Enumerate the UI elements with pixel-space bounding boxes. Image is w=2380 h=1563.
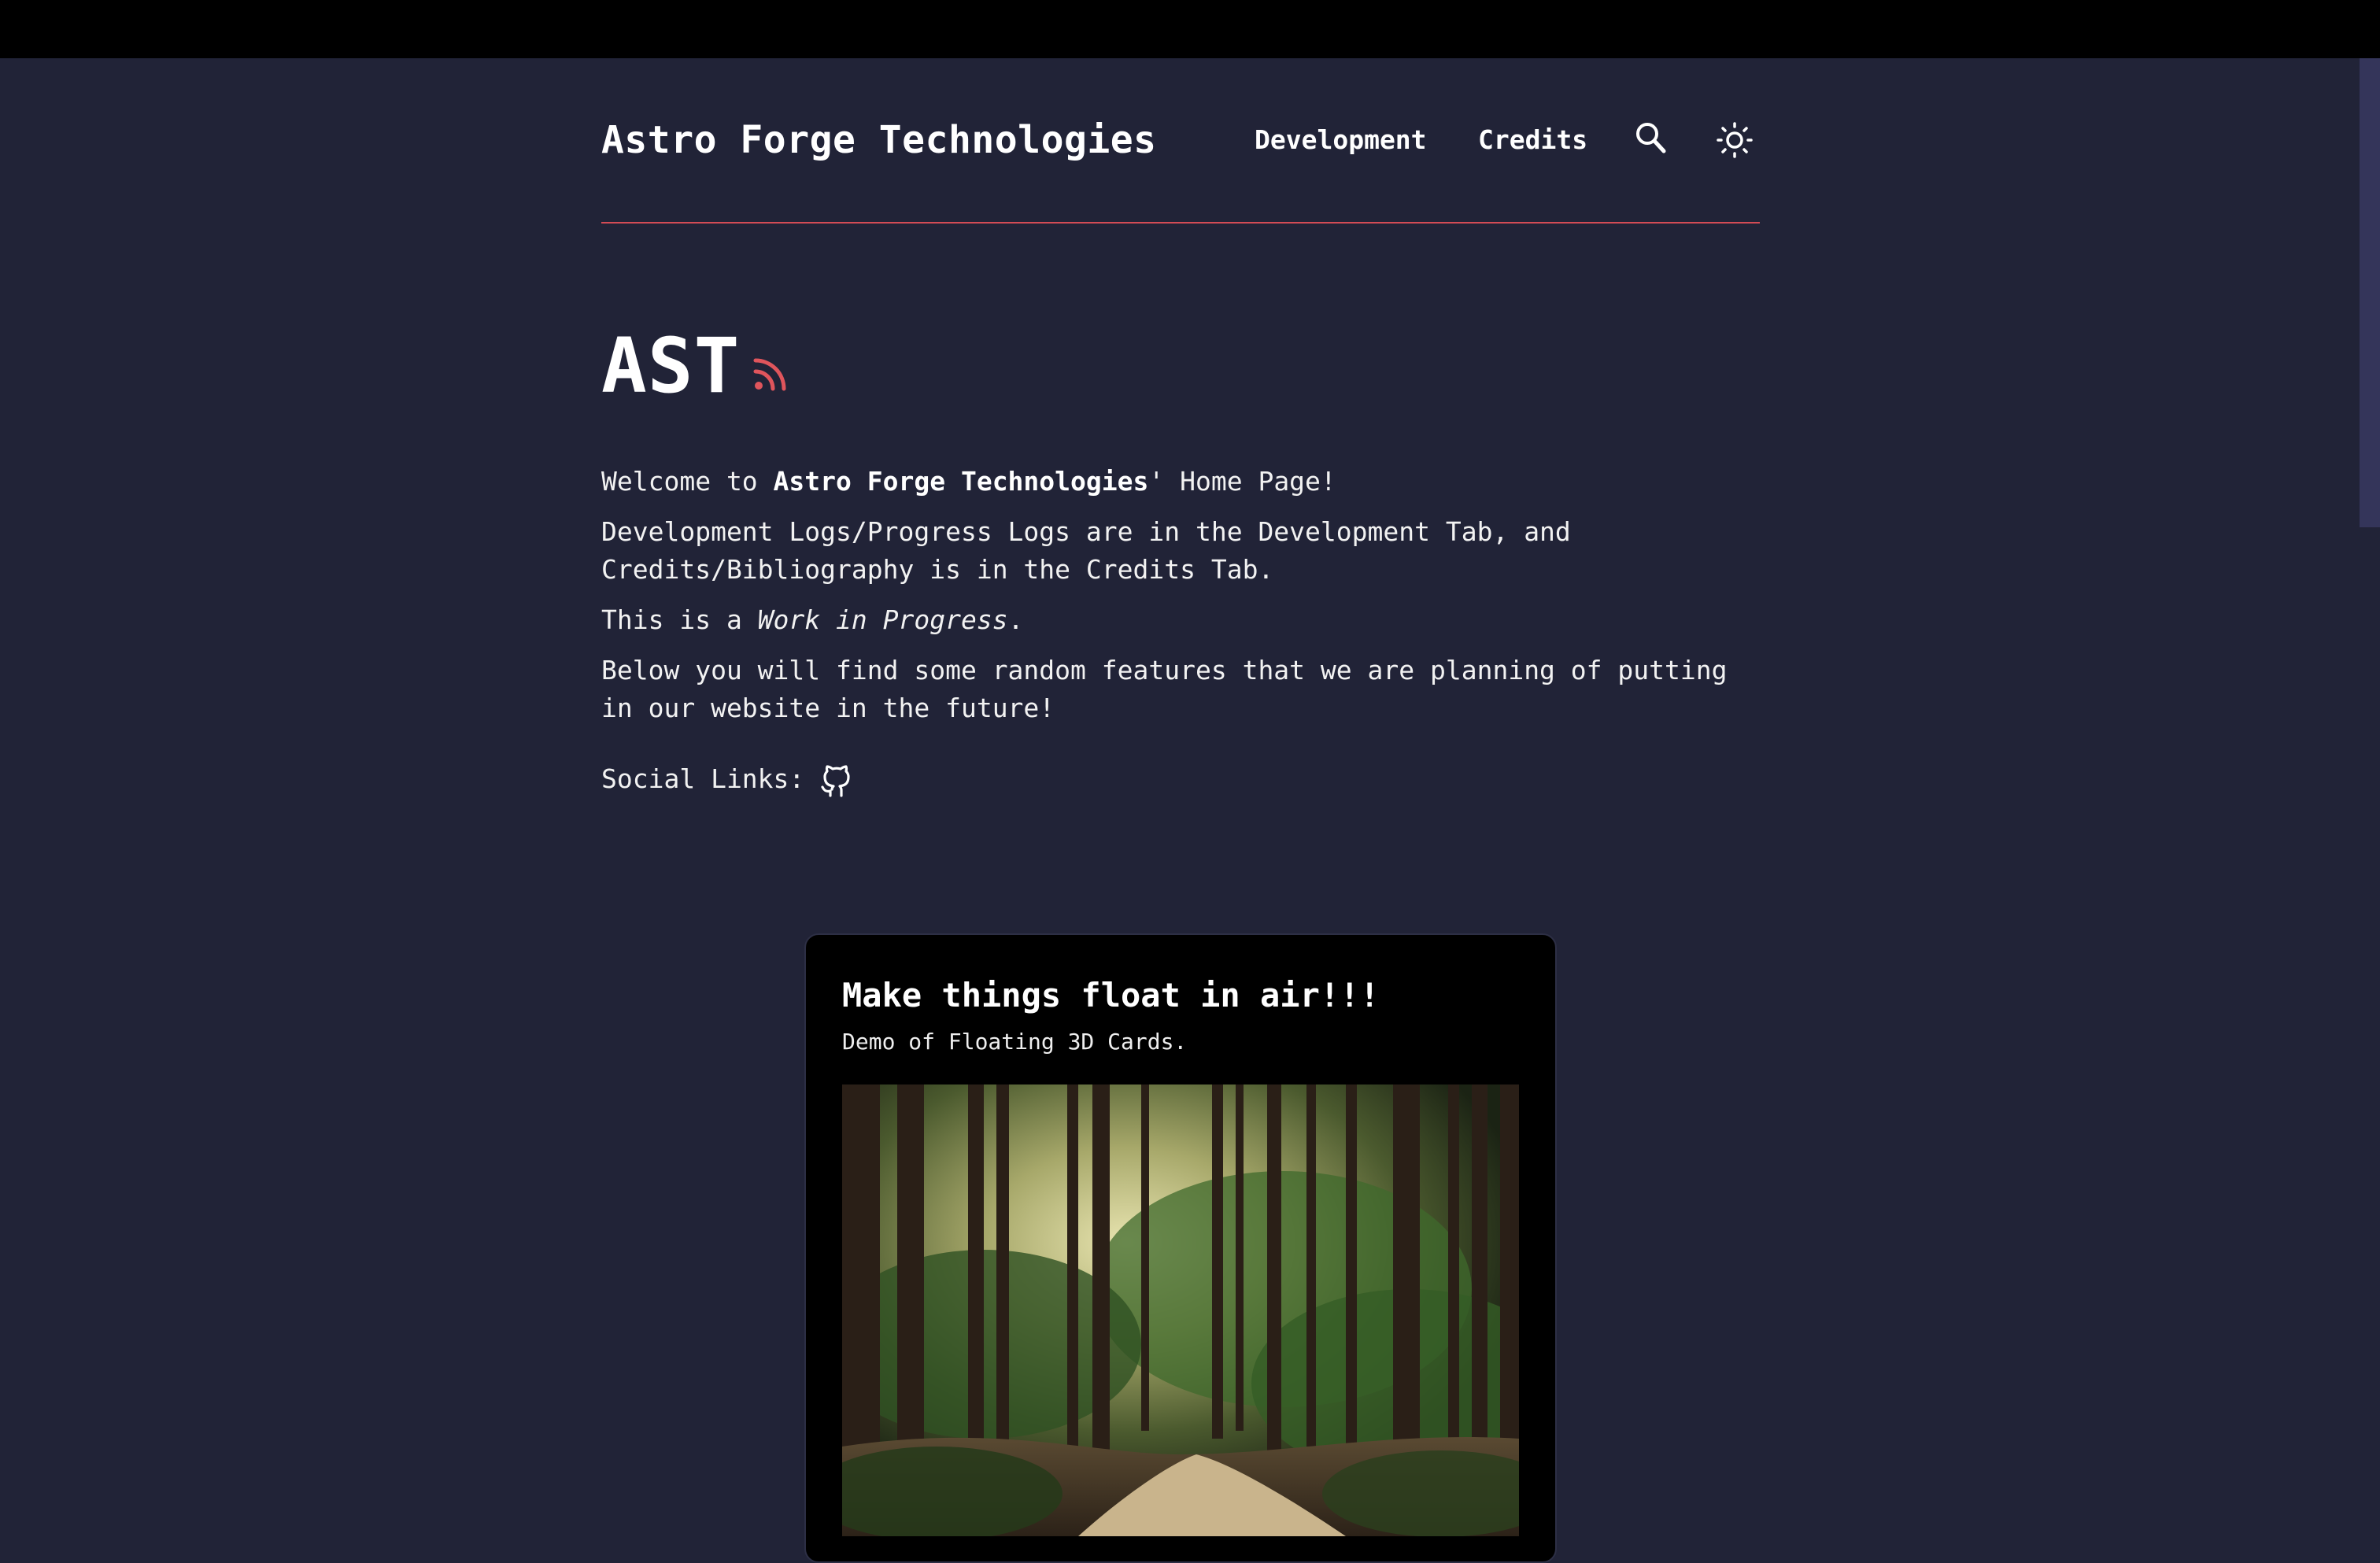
github-icon: [821, 765, 850, 797]
logs-info-text: Development Logs/Progress Logs are in th…: [601, 516, 1571, 585]
nav-development[interactable]: Development: [1255, 124, 1427, 156]
scrollbar-thumb[interactable]: [2360, 58, 2380, 527]
search-button[interactable]: [1632, 120, 1670, 157]
rss-feed-link[interactable]: [752, 356, 789, 392]
card-title: Make things float in air!!!: [842, 976, 1380, 1014]
theme-toggle-button[interactable]: [1714, 120, 1755, 161]
social-links-label: Social Links:: [601, 763, 805, 794]
rss-icon: [753, 358, 786, 391]
search-icon: [1636, 123, 1666, 153]
browser-top-bar: [0, 0, 2380, 58]
welcome-text: Welcome to Astro Forge Technologies' Hom…: [601, 466, 1336, 497]
forest-path-image: [842, 1084, 1519, 1536]
floating-3d-card[interactable]: Make things float in air!!! Demo of Floa…: [804, 933, 1557, 1563]
header-divider: [601, 222, 1760, 224]
github-link[interactable]: [817, 760, 855, 800]
sun-icon: [1717, 122, 1753, 158]
site-title-link[interactable]: Astro Forge Technologies: [601, 115, 1157, 165]
features-text: Below you will find some random features…: [601, 655, 1728, 723]
nav-credits[interactable]: Credits: [1478, 124, 1587, 156]
card-subtitle: Demo of Floating 3D Cards.: [842, 1029, 1188, 1055]
site-header: Astro Forge Technologies Development Cre…: [601, 115, 1760, 170]
wip-text: This is a Work in Progress.: [601, 604, 1024, 635]
page-title: AST: [601, 322, 741, 410]
